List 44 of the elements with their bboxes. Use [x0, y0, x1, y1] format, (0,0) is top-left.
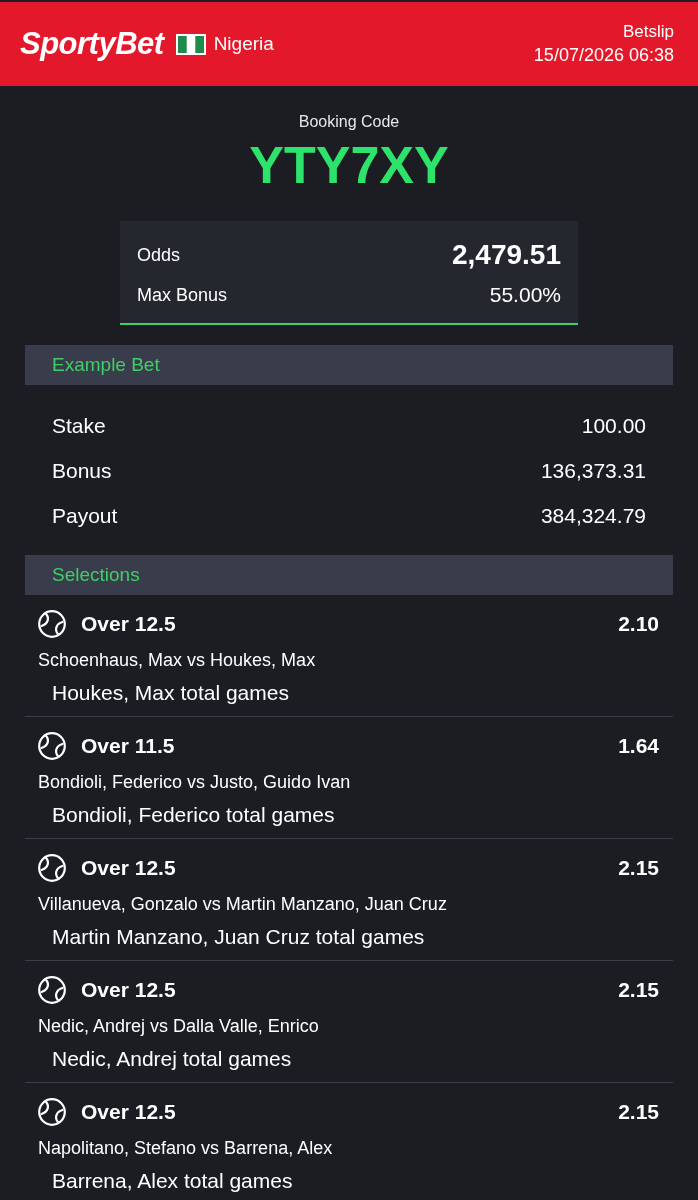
country-label: Nigeria [213, 31, 274, 56]
selection-pick: Over 12.5 [81, 855, 176, 882]
tennis-ball-icon [38, 732, 66, 760]
page-title: Betslip [622, 21, 674, 43]
market-name: Barrena, Alex total games [52, 1169, 294, 1193]
selection-pick: Over 12.5 [81, 1099, 176, 1126]
summary-value: 55.00% [489, 282, 561, 309]
summary-label: Max Bonus [137, 283, 228, 307]
section-title: Selections [52, 562, 140, 587]
match-name: Napolitano, Stefano vs Barrena, Alex [38, 1137, 334, 1159]
selection-odds: 2.15 [618, 977, 659, 1004]
selection-odds: 2.15 [618, 855, 659, 882]
bet-label: Bonus [52, 457, 112, 484]
match-name: Nedic, Andrej vs Dalla Valle, Enrico [38, 1015, 320, 1037]
match-name: Villanueva, Gonzalo vs Martin Manzano, Juan Cruz [38, 893, 448, 915]
bet-label: Payout [52, 502, 118, 529]
bet-label: Stake [52, 412, 106, 439]
summary-label: Odds [137, 243, 181, 267]
match-name: Schoenhaus, Max vs Houkes, Max [38, 649, 317, 671]
bet-value: 100.00 [581, 412, 646, 439]
tennis-ball-icon [38, 1098, 66, 1126]
logo[interactable]: SportyBet [20, 20, 164, 68]
booking-code-label: Booking Code [298, 112, 400, 132]
bet-value: 136,373.31 [540, 457, 646, 484]
selection-pick: Over 11.5 [81, 733, 175, 760]
market-name: Houkes, Max total games [52, 681, 290, 705]
match-name: Bondioli, Federico vs Justo, Guido Ivan [38, 771, 352, 793]
section-title: Example Bet [52, 352, 160, 377]
selection-odds: 1.64 [618, 733, 659, 760]
tennis-ball-icon [38, 976, 66, 1004]
selection-pick: Over 12.5 [81, 611, 176, 638]
market-name: Nedic, Andrej total games [52, 1047, 293, 1071]
selection-odds: 2.15 [618, 1099, 659, 1126]
tennis-ball-icon [38, 610, 66, 638]
market-name: Bondioli, Federico total games [52, 803, 336, 827]
flag-icon [175, 33, 206, 55]
bet-value: 384,324.79 [540, 502, 646, 529]
date-time: 15/07/2026 06:38 [533, 44, 674, 67]
summary-value: 2,479.51 [452, 238, 561, 272]
selection-pick: Over 12.5 [81, 977, 176, 1004]
market-name: Martin Manzano, Juan Cruz total games [52, 925, 426, 949]
booking-code: YTY7XY [249, 137, 449, 193]
selection-odds: 2.10 [618, 611, 659, 638]
tennis-ball-icon [38, 854, 66, 882]
